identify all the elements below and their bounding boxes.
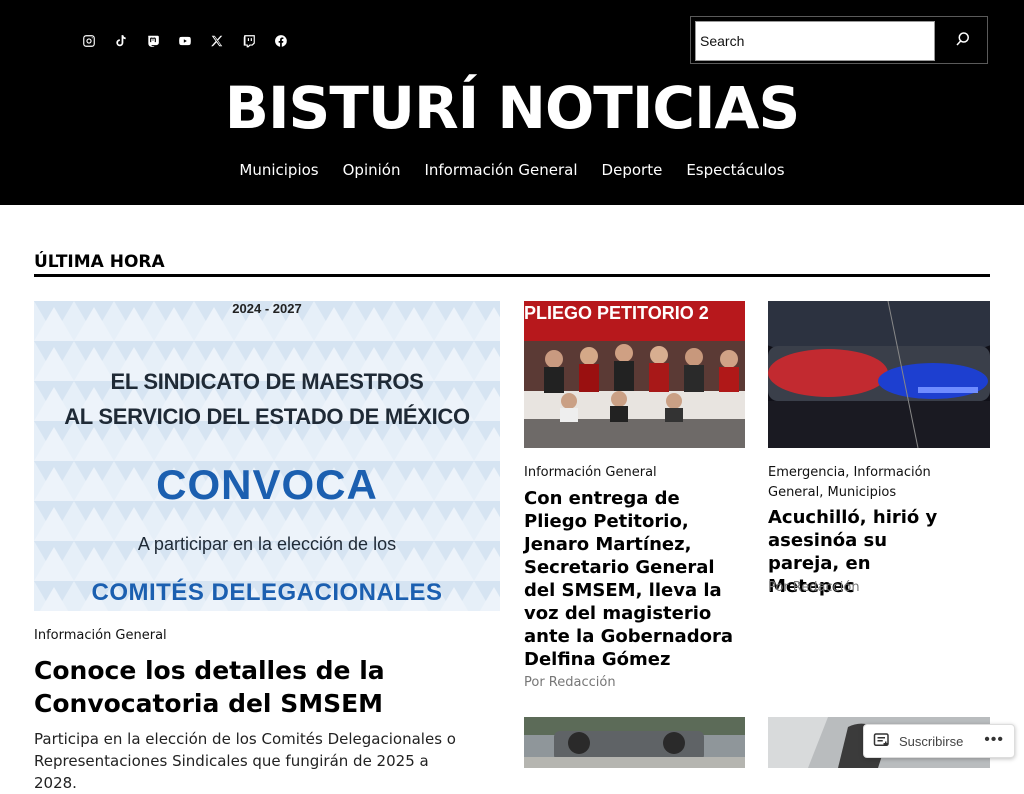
search-icon [954,30,972,52]
poster-line-4: COMITÉS DELEGACIONALES [91,579,443,606]
social-links [80,32,290,50]
featured-excerpt: Participa en la elección de los Comités … [34,730,456,792]
site-title[interactable]: BISTURÍ NOTICIAS [0,68,1024,148]
subscribe-button[interactable]: Suscribirse [873,732,963,751]
instagram-icon[interactable] [80,32,98,50]
twitch-icon[interactable] [240,32,258,50]
reader-icon [873,732,891,751]
article-1-category[interactable]: Información General [524,463,657,483]
facebook-icon[interactable] [272,32,290,50]
x-icon[interactable] [208,32,226,50]
nav-item-opinion[interactable]: Opinión [343,160,401,180]
poster-years: 2024 - 2027 [232,301,302,316]
subscribe-label: Suscribirse [899,733,964,749]
article-2-category[interactable]: Emergencia, Información General, Municip… [768,463,990,503]
article-image-pliego-banner: PLIEGO PETITORIO 2 [524,303,709,323]
more-options-icon[interactable]: ••• [984,731,1004,749]
subscribe-bar: Suscribirse ••• [863,724,1015,758]
section-divider [34,274,990,277]
article-image-overturned-car[interactable] [524,717,745,768]
search-form [690,16,988,64]
featured-title[interactable]: Conoce los detalles de la Convocatoria d… [34,654,434,720]
featured-image[interactable]: 2024 - 2027 EL SINDICATO DE MAESTROS AL … [34,301,500,611]
article-image-pliego[interactable]: PLIEGO PETITORIO 2 [524,301,745,448]
article-1-byline[interactable]: Por Redacción [524,673,616,693]
nav-item-deporte[interactable]: Deporte [602,160,663,180]
featured-category[interactable]: Información General [34,626,167,646]
nav-item-informacion-general[interactable]: Información General [424,160,577,180]
youtube-icon[interactable] [176,32,194,50]
search-button[interactable] [943,23,983,59]
search-input[interactable] [695,21,935,61]
section-heading: ÚLTIMA HORA [34,252,165,272]
nav-item-municipios[interactable]: Municipios [239,160,318,180]
article-1-title[interactable]: Con entrega de Pliego Petitorio, Jenaro … [524,487,739,671]
poster-line-2: AL SERVICIO DEL ESTADO DE MÉXICO [64,404,470,429]
article-2-byline[interactable]: Por Redacción [768,578,860,598]
nav-item-espectaculos[interactable]: Espectáculos [686,160,784,180]
site-header: BISTURÍ NOTICIAS Municipios Opinión Info… [0,0,1024,205]
poster-line-3: A participar en la elección de los [137,534,397,554]
poster-line-1: EL SINDICATO DE MAESTROS [110,369,424,394]
poster-convoca: CONVOCA [156,461,378,508]
article-image-police-light[interactable] [768,301,990,448]
mastodon-icon[interactable] [144,32,162,50]
main-nav: Municipios Opinión Información General D… [0,160,1024,180]
tiktok-icon[interactable] [112,32,130,50]
